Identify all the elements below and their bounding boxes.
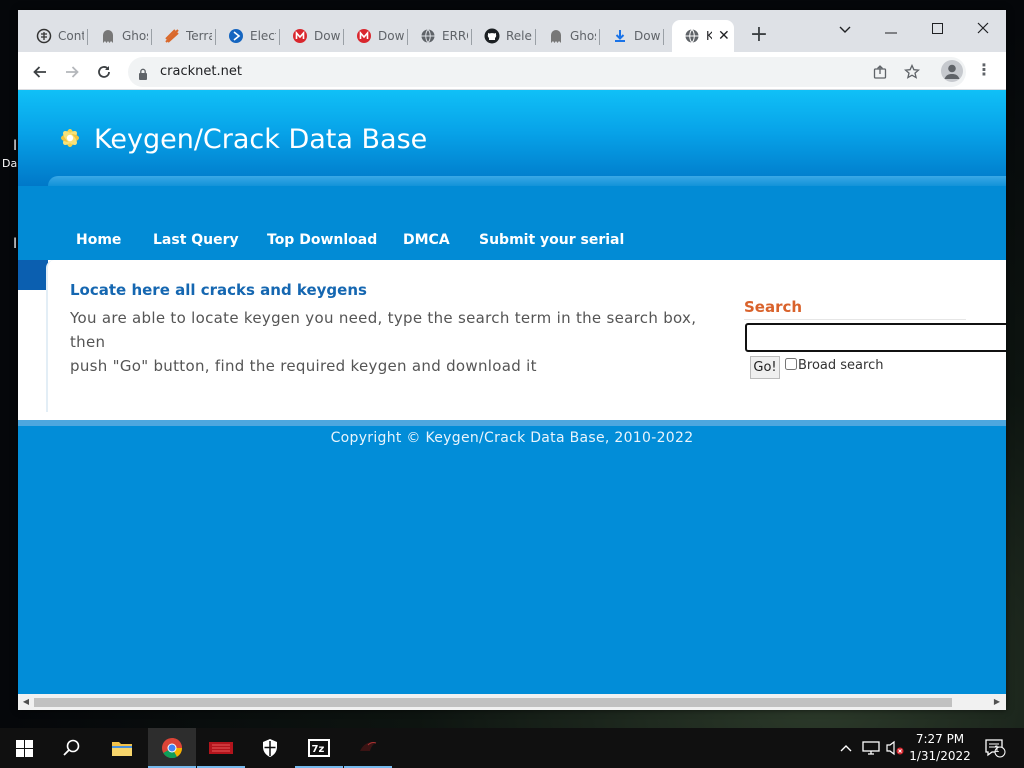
browser-menu-icon[interactable]: ⋮: [976, 62, 992, 80]
nav-home[interactable]: Home: [76, 232, 121, 248]
nav-last-query[interactable]: Last Query: [153, 232, 239, 248]
volume-muted-icon[interactable]: [884, 728, 906, 768]
scrollbar-thumb[interactable]: [34, 698, 952, 707]
search-button[interactable]: [48, 728, 96, 768]
ghost-icon: [100, 28, 116, 44]
chrome-taskbar-button[interactable]: [148, 728, 196, 768]
back-button[interactable]: [26, 58, 54, 86]
start-button[interactable]: [0, 728, 48, 768]
site-header: Keygen/Crack Data Base: [18, 90, 1006, 188]
nav-dmca[interactable]: DMCA: [403, 232, 450, 248]
file-explorer-icon: [112, 742, 132, 756]
taskbar-clock[interactable]: 7:27 PM 1/31/2022: [905, 731, 975, 765]
close-tab-icon[interactable]: ✕: [718, 28, 730, 44]
broad-search-checkbox[interactable]: [785, 358, 797, 370]
profile-avatar[interactable]: [941, 60, 963, 82]
url-text[interactable]: cracknet.net: [160, 64, 242, 79]
show-hidden-icons-button[interactable]: [836, 728, 856, 768]
tab-mega-2[interactable]: Dow: [344, 20, 408, 52]
web-page: Keygen/Crack Data Base Home Last Query T…: [18, 90, 1006, 694]
address-bar[interactable]: cracknet.net: [128, 57, 966, 87]
defender-button[interactable]: [246, 728, 294, 768]
tab-cont[interactable]: Cont: [24, 20, 88, 52]
desktop-icon-label[interactable]: Da: [2, 157, 17, 170]
nav-submit-serial[interactable]: Submit your serial: [479, 232, 624, 248]
desktop-icon-label[interactable]: I: [13, 236, 17, 252]
taskbar: 7z 7:27 PM 1/31/2022 1: [0, 728, 1024, 768]
search-input[interactable]: [745, 323, 1006, 352]
footer-copyright: Copyright © Keygen/Crack Data Base, 2010…: [330, 430, 694, 446]
7zip-icon: 7z: [308, 739, 330, 757]
app-red-button[interactable]: [197, 728, 245, 768]
site-title[interactable]: Keygen/Crack Data Base: [94, 124, 427, 155]
flower-logo-icon: [61, 129, 79, 147]
minimize-button[interactable]: [868, 16, 914, 44]
tab-download[interactable]: Dow: [600, 20, 664, 52]
globe-icon: [684, 28, 700, 44]
desktop-icon-label[interactable]: I: [13, 138, 17, 154]
scroll-left-icon[interactable]: ◀: [20, 696, 32, 708]
content-panel: Locate here all cracks and keygens You a…: [18, 260, 1006, 420]
content-heading: Locate here all cracks and keygens: [70, 281, 367, 299]
tab-ghost[interactable]: Ghos: [88, 20, 152, 52]
github-icon: [484, 28, 500, 44]
browser-toolbar: cracknet.net: [18, 52, 1006, 90]
tab-terraria[interactable]: Terra: [152, 20, 216, 52]
ghost-icon: [548, 28, 564, 44]
7zip-button[interactable]: 7z: [295, 728, 343, 768]
notification-count: 1: [994, 745, 1000, 755]
forward-button[interactable]: [58, 58, 86, 86]
cont-icon: [36, 28, 52, 44]
mega-icon: [292, 28, 308, 44]
electron-icon: [228, 28, 244, 44]
tab-github[interactable]: Rele: [472, 20, 536, 52]
chrome-icon: [162, 738, 183, 759]
download-icon: [612, 28, 628, 44]
share-icon[interactable]: [870, 63, 890, 83]
file-explorer-button[interactable]: [98, 728, 146, 768]
terraria-icon: [164, 28, 180, 44]
nav-top-download[interactable]: Top Download: [267, 232, 377, 248]
tab-error[interactable]: ERRO: [408, 20, 472, 52]
close-window-button[interactable]: [960, 16, 1006, 44]
tab-mega-1[interactable]: Dow: [280, 20, 344, 52]
scroll-right-icon[interactable]: ▶: [991, 696, 1003, 708]
site-nav: Home Last Query Top Download DMCA Submit…: [18, 186, 1006, 260]
lock-icon[interactable]: [138, 65, 148, 80]
browser-window: Cont Ghos Terra Elect: [18, 10, 1006, 710]
broad-search-label[interactable]: Broad search: [798, 358, 883, 373]
defender-icon: [263, 739, 277, 757]
tab-ghost-2[interactable]: Ghos: [536, 20, 600, 52]
tab-active[interactable]: K ✕: [672, 20, 734, 52]
search-icon: [63, 739, 80, 756]
search-label: Search: [744, 298, 803, 316]
intro-text: You are able to locate keygen you need, …: [70, 309, 697, 375]
reload-button[interactable]: [90, 58, 118, 86]
tab-electron[interactable]: Elect: [216, 20, 280, 52]
network-icon[interactable]: [860, 728, 882, 768]
notification-center-button[interactable]: 1: [980, 728, 1010, 768]
go-button[interactable]: Go!: [750, 356, 780, 379]
app-dark-icon: [360, 742, 377, 751]
tab-strip: Cont Ghos Terra Elect: [18, 10, 1006, 52]
app-dark-button[interactable]: [344, 728, 392, 768]
mega-icon: [356, 28, 372, 44]
globe-icon: [420, 28, 436, 44]
start-icon: [15, 739, 33, 757]
maximize-button[interactable]: [914, 16, 960, 44]
horizontal-scrollbar[interactable]: ◀ ▶: [18, 694, 1006, 710]
tab-search-dropdown-icon[interactable]: [822, 16, 868, 44]
svg-text:7z: 7z: [312, 744, 325, 755]
bookmark-star-icon[interactable]: [902, 63, 922, 83]
new-tab-button[interactable]: +: [746, 23, 772, 49]
app-red-icon: [209, 742, 233, 754]
